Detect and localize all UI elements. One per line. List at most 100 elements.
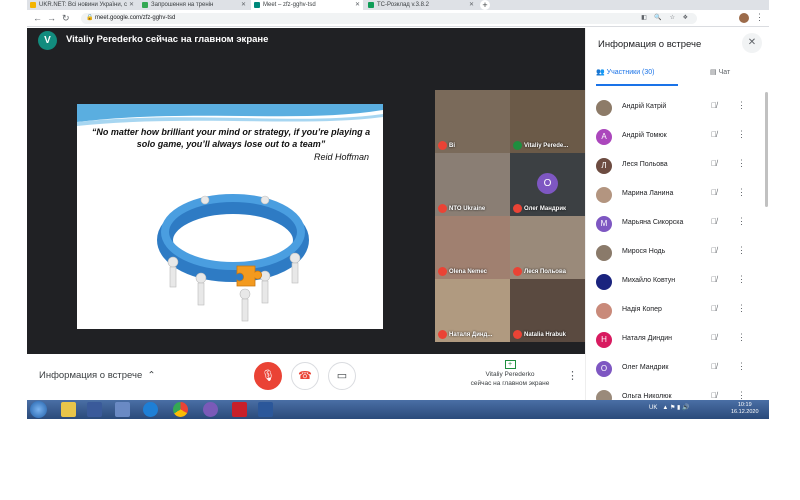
camera-toggle-button[interactable]: ▭	[328, 362, 356, 390]
presenter-status: Vitaliy Perederko сейчас на главном экра…	[66, 34, 269, 45]
tab-participants[interactable]: 👥 Участники (30)	[596, 66, 678, 86]
mic-off-icon	[513, 204, 522, 213]
participant-photo-avatar	[596, 100, 612, 116]
close-tab-icon[interactable]: ✕	[355, 0, 360, 10]
participant-name: Андрій Томюк	[622, 132, 667, 139]
system-tray[interactable]: UK ▲ ⚑ ▮ 🔊	[649, 404, 689, 411]
mic-off-icon[interactable]: 🎙̸	[711, 333, 717, 342]
browser-tab-invitation[interactable]: Запрошення на тренін ✕	[139, 0, 249, 10]
chrome-browser-icon[interactable]	[173, 402, 188, 417]
participant-name: Леся Польова	[622, 161, 668, 168]
mic-off-icon[interactable]: 🎙̸	[711, 101, 717, 110]
start-button[interactable]	[30, 401, 47, 418]
participant-tile-presenter[interactable]: Vitaliy Peredе...	[510, 90, 585, 153]
edge-browser-icon[interactable]	[143, 402, 158, 417]
mic-off-icon[interactable]: 🎙̸	[711, 275, 717, 284]
close-tab-icon[interactable]: ✕	[129, 0, 134, 10]
tile-name: Natalia Hrabuk	[524, 332, 567, 338]
browser-menu-icon[interactable]: ⋮	[755, 12, 764, 22]
participant-row[interactable]: Н Наталя Диндин 🎙̸ ⋮	[586, 326, 769, 355]
file-explorer-icon[interactable]	[61, 402, 76, 417]
mic-off-icon[interactable]: 🎙̸	[711, 159, 717, 168]
more-options-icon[interactable]: ⋮	[737, 274, 746, 285]
participant-row[interactable]: Михайло Ковтун 🎙̸ ⋮	[586, 268, 769, 297]
participant-row[interactable]: Надія Копер 🎙̸ ⋮	[586, 297, 769, 326]
tile-name: Наталя Динд...	[449, 332, 493, 338]
scrollbar[interactable]	[765, 92, 768, 207]
tray-icons[interactable]: ▲ ⚑ ▮ 🔊	[659, 405, 689, 411]
participant-name: Марьяна Сикорска	[622, 219, 684, 226]
mic-off-icon[interactable]: 🎙̸	[711, 188, 717, 197]
more-options-icon[interactable]: ⋮	[737, 187, 746, 198]
more-options-icon[interactable]: ⋮	[737, 390, 746, 400]
language-indicator[interactable]: UK	[649, 405, 657, 411]
participant-row[interactable]: А Андрій Томюк 🎙̸ ⋮	[586, 123, 769, 152]
participant-tile[interactable]: Леся Польова	[510, 216, 585, 279]
more-options-icon[interactable]: ⋮	[567, 369, 578, 382]
participant-photo-avatar	[596, 187, 612, 203]
forward-arrow-icon[interactable]: →	[47, 13, 56, 23]
more-options-icon[interactable]: ⋮	[737, 129, 746, 140]
participant-row[interactable]: Мирося Нодь 🎙̸ ⋮	[586, 239, 769, 268]
participant-row[interactable]: Л Леся Польова 🎙̸ ⋮	[586, 152, 769, 181]
profile-avatar[interactable]	[739, 13, 749, 23]
more-options-icon[interactable]: ⋮	[737, 158, 746, 169]
word-icon[interactable]	[258, 402, 273, 417]
close-panel-button[interactable]: ✕	[742, 33, 762, 53]
mic-off-icon[interactable]: 🎙̸	[711, 391, 717, 400]
lock-icon: 🔒	[86, 15, 94, 21]
participant-row[interactable]: Ольга Николюк 🎙̸ ⋮	[586, 384, 769, 400]
mic-off-icon[interactable]: 🎙̸	[711, 217, 717, 226]
mic-off-icon[interactable]: 🎙̸	[711, 304, 717, 313]
participant-tile[interactable]: Наталя Динд...	[435, 279, 510, 342]
mic-off-icon[interactable]: 🎙̸	[711, 246, 717, 255]
tab-chat[interactable]: ▤ Чат	[710, 66, 730, 86]
participant-name: Ольга Николюк	[622, 393, 672, 400]
participant-tile[interactable]: О Олег Мандрик	[510, 153, 585, 216]
omnibox-action-icons[interactable]: ◧ 🔍 ☆ ❖	[641, 13, 691, 24]
participant-initial-avatar: О	[537, 173, 558, 194]
reload-icon[interactable]: ↻	[62, 13, 70, 23]
browser-tab-schedule[interactable]: ТС-Розклад v.3.8.2 ✕	[365, 0, 477, 10]
more-options-icon[interactable]: ⋮	[737, 332, 746, 343]
participant-row[interactable]: О Олег Мандрик 🎙̸ ⋮	[586, 355, 769, 384]
address-bar: ← → ↻ 🔒 meet.google.com/zfz-gghv-tsd ◧ 🔍…	[27, 10, 769, 27]
close-tab-icon[interactable]: ✕	[241, 0, 246, 10]
end-call-button[interactable]: ☎	[291, 362, 319, 390]
more-options-icon[interactable]: ⋮	[737, 216, 746, 227]
more-options-icon[interactable]: ⋮	[737, 361, 746, 372]
browser-tab-ukrnet[interactable]: UKR.NET: Всі новини України, с ✕	[27, 0, 137, 10]
mic-off-icon	[513, 330, 522, 339]
more-options-icon[interactable]: ⋮	[737, 245, 746, 256]
close-tab-icon[interactable]: ✕	[469, 0, 474, 10]
participant-row[interactable]: Марина Ланина 🎙̸ ⋮	[586, 181, 769, 210]
new-tab-button[interactable]: +	[480, 0, 490, 10]
mic-off-icon[interactable]: 🎙̸	[711, 130, 717, 139]
document-icon[interactable]	[115, 402, 130, 417]
present-now-button[interactable]: + Vitaliy Perederko сейчас на главном эк…	[465, 360, 555, 388]
participant-tile[interactable]: Natalia Hrabuk	[510, 279, 585, 342]
acrobat-icon[interactable]	[232, 402, 247, 417]
participant-tile[interactable]: NTO Ukraine	[435, 153, 510, 216]
app-icon[interactable]	[203, 402, 218, 417]
browser-tab-meet[interactable]: Meet – zfz-gghv-tsd ✕	[251, 0, 363, 10]
participant-tile[interactable]: Ві	[435, 90, 510, 153]
participant-row[interactable]: М Марьяна Сикорска 🎙̸ ⋮	[586, 210, 769, 239]
slide-author: Reid Hoffman	[313, 152, 369, 162]
tile-name: NTO Ukraine	[449, 206, 486, 212]
participant-tile[interactable]: Olena Nemec	[435, 216, 510, 279]
back-arrow-icon[interactable]: ←	[33, 13, 42, 23]
participant-initial-avatar: М	[596, 216, 612, 232]
meeting-info-toggle[interactable]: Информация о встрече ⌃	[39, 370, 156, 381]
participant-initial-avatar: А	[596, 129, 612, 145]
browser-tab-strip: UKR.NET: Всі новини України, с ✕ Запроше…	[27, 0, 769, 10]
save-disk-icon[interactable]	[87, 402, 102, 417]
windows-taskbar: UK ▲ ⚑ ▮ 🔊 10:19 16.12.2020	[27, 400, 769, 419]
participant-row[interactable]: Андрій Катрій 🎙̸ ⋮	[586, 94, 769, 123]
mic-toggle-button[interactable]: 🎙	[254, 362, 282, 390]
mic-off-icon[interactable]: 🎙̸	[711, 362, 717, 371]
url-input[interactable]: 🔒 meet.google.com/zfz-gghv-tsd ◧ 🔍 ☆ ❖	[81, 13, 697, 24]
clock[interactable]: 10:19 16.12.2020	[731, 402, 759, 416]
more-options-icon[interactable]: ⋮	[737, 303, 746, 314]
more-options-icon[interactable]: ⋮	[737, 100, 746, 111]
